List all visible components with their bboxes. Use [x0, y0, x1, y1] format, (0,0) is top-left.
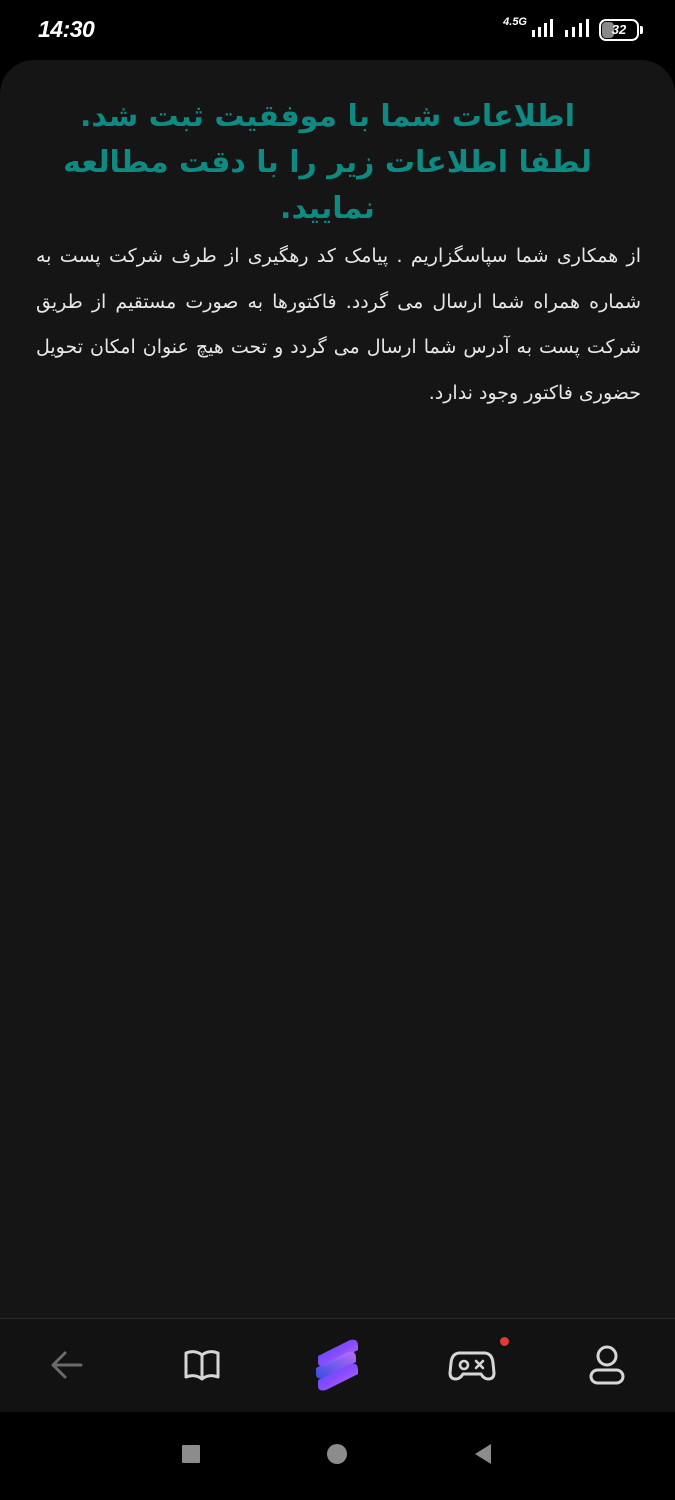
recents-square-icon — [181, 1444, 201, 1468]
profile-icon — [587, 1344, 627, 1390]
info-paragraph: از همکاری شما سپاسگزاریم . پیامک کد رهگی… — [36, 245, 641, 404]
system-back-button[interactable] — [463, 1436, 503, 1476]
nav-games-button[interactable] — [442, 1337, 509, 1395]
page-title: اطلاعات شما با موفقیت ثبت شد. لطفا اطلاع… — [63, 99, 592, 226]
nav-book-button[interactable] — [172, 1339, 232, 1395]
book-icon — [182, 1345, 222, 1389]
nav-profile-button[interactable] — [577, 1339, 637, 1395]
nav-home-logo-button[interactable] — [307, 1339, 367, 1395]
gamepad-icon — [448, 1345, 496, 1389]
system-navigation-bar — [0, 1412, 675, 1500]
status-icons: 4.5G 32 — [503, 16, 643, 43]
status-bar: 14:30 4.5G 32 — [0, 0, 675, 60]
status-time: 14:30 — [38, 16, 95, 42]
home-circle-icon — [326, 1443, 348, 1469]
signal-icon — [531, 17, 555, 43]
app-logo-icon — [310, 1336, 364, 1398]
back-arrow-icon — [47, 1345, 87, 1389]
home-button[interactable] — [317, 1436, 357, 1476]
network-type-label: 4.5G — [503, 16, 527, 28]
recents-button[interactable] — [171, 1436, 211, 1476]
content-card: اطلاعات شما با موفقیت ثبت شد. لطفا اطلاع… — [0, 60, 675, 1318]
notification-dot — [500, 1337, 509, 1346]
battery-percent: 32 — [611, 22, 627, 37]
bottom-navigation — [0, 1318, 675, 1412]
back-triangle-icon — [473, 1443, 493, 1469]
battery-icon: 32 — [599, 19, 643, 41]
nav-back-button[interactable] — [37, 1339, 97, 1395]
signal-icon — [563, 17, 591, 43]
